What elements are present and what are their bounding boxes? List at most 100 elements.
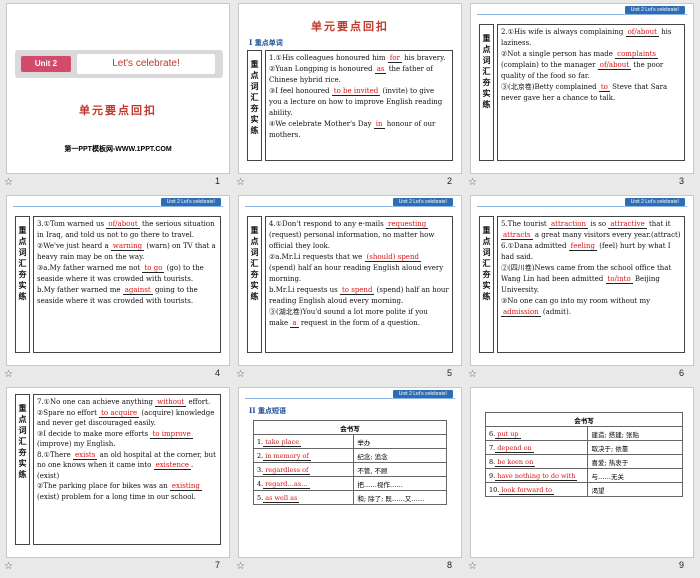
exercise-line: 7.①No one can achieve anything without e… [37, 397, 217, 408]
header-tab: Unit 2 Let's celebrate! [392, 198, 453, 206]
header-divider [477, 206, 687, 207]
exercise-content: 2.①His wife is always complaining of/abo… [497, 24, 685, 161]
slide-thumbnail-6[interactable]: Unit 2 Let's celebrate! 重点词汇夯实练 5.The to… [470, 195, 694, 366]
exercise-line: 2.①His wife is always complaining of/abo… [501, 27, 681, 49]
star-icon[interactable]: ☆ [4, 369, 13, 380]
star-icon[interactable]: ☆ [236, 177, 245, 188]
answer-blank: to acquire [99, 408, 140, 418]
phrase-meaning: 喜爱; 热衷于 [587, 454, 683, 469]
slide-thumbnail-5[interactable]: Unit 2 Let's celebrate! 重点词汇夯实练 4.①Don't… [238, 195, 462, 366]
answer-blank: to spend [339, 286, 375, 295]
exercise-line: 6.①Dana admitted feeling (feel) hurt by … [501, 241, 681, 263]
exercise-text: (exist) problem for a long time in our s… [37, 492, 196, 501]
exercise-text: ③a.My father warned me not [37, 264, 143, 272]
thumbnail-bar-5: ☆ 5 [232, 366, 464, 386]
unit-banner: Unit 2 Let's celebrate! [15, 50, 223, 78]
slide-number: 6 [678, 368, 684, 378]
star-icon[interactable]: ☆ [468, 369, 477, 380]
section-label: II 重点短语 [249, 406, 286, 415]
exercise-line: ②(四川卷)News came from the school office t… [501, 263, 681, 296]
exercise-text: ②Yuan Longping is honoured [269, 65, 375, 73]
exercise-line: ③(湖北卷)You'd sound a lot more polite if y… [269, 307, 449, 329]
phrase-meaning: 建造; 搭建; 张贴 [587, 426, 683, 441]
header-tab: Unit 2 Let's celebrate! [392, 390, 453, 398]
exercise-line: ②Not a single person has made complaints… [501, 49, 681, 82]
phrase-answer: regard…as… [263, 479, 310, 489]
phrase-answer: be keen on [495, 457, 536, 467]
section-vertical-label: 重点词汇夯实练 [479, 216, 494, 353]
answer-blank: to [598, 83, 610, 92]
unit-badge: Unit 2 [21, 56, 71, 72]
table-row: 3. regardless of 不管, 不顾 [252, 462, 447, 477]
thumbnail-bar-3: ☆ 3 [464, 174, 696, 194]
exercise-text: ②Not a single person has made [501, 50, 616, 58]
slide-thumbnail-7[interactable]: 重点词汇夯实练 7.①No one can achieve anything w… [6, 387, 230, 558]
slide-thumbnail-4[interactable]: Unit 2 Let's celebrate! 重点词汇夯实练 3.①Tom w… [6, 195, 230, 366]
star-icon[interactable]: ☆ [4, 561, 13, 572]
exercise-text: 1.①His colleagues honoured him [269, 54, 388, 62]
exercise-text: ③I decide to make more efforts [37, 429, 151, 438]
exercise-text: b.Mr.Li requests us [269, 286, 340, 294]
table-row: 8. be keen on 喜爱; 热衷于 [484, 454, 683, 469]
table-row: 2. in memory of 纪念; 追念 [252, 448, 447, 463]
table-row: 4. regard…as… 把……视作…… [252, 476, 447, 491]
answer-blank: warning [110, 242, 145, 251]
thumbnail-bar-7: ☆ 7 [0, 558, 232, 578]
answer-blank: feeling [568, 242, 597, 251]
slide-thumbnail-9[interactable]: 会书写 6. put up 建造; 搭建; 张贴 7. depend on 取决于; 依靠… [470, 387, 694, 558]
exercise-line: 3.①Tom warned us of/about the serious si… [37, 219, 217, 241]
phrase-meaning: 把……视作…… [353, 476, 447, 491]
phrase-answer: look forward to [499, 485, 554, 495]
answer-blank: as [374, 65, 387, 74]
slide-thumbnail-3[interactable]: Unit 2 Let's celebrate! 重点词汇夯实练 2.①His w… [470, 3, 694, 174]
section-vertical-label: 重点词汇夯实练 [15, 216, 30, 353]
table-header: 会书写 [253, 420, 447, 435]
phrase-cell: 7. depend on [484, 440, 589, 455]
slide-number: 8 [446, 560, 452, 570]
slide-number: 3 [678, 176, 684, 186]
answer-blank: existence [153, 461, 192, 470]
answer-blank: of/about [597, 61, 632, 70]
exercise-text: 4.①Don't respond to any e-mails [269, 220, 386, 228]
exercise-text: (admit). [540, 308, 571, 316]
exercise-text: is so [588, 220, 609, 228]
slide-title: 单元要点回扣 [79, 104, 157, 117]
answer-blank: to go [142, 264, 165, 273]
exercise-text: that it [646, 220, 671, 228]
slide-number: 2 [446, 176, 452, 186]
slide-number: 5 [446, 368, 452, 378]
exercise-content: 4.①Don't respond to any e-mails requesti… [265, 216, 453, 353]
slide-thumbnail-1[interactable]: Unit 2 Let's celebrate! 单元要点回扣 第一PPT模板网-… [6, 3, 230, 174]
answer-blank: exists [73, 450, 98, 460]
exercise-text: 3.①Tom warned us [37, 220, 107, 228]
phrase-meaning: 不管, 不顾 [353, 462, 447, 477]
slide-thumbnail-2[interactable]: 单元要点回扣 I 重点单词 重点词汇夯实练 1.①His colleagues … [238, 3, 462, 174]
answer-blank: (should) spend [364, 253, 421, 262]
phrase-table: 会书写 6. put up 建造; 搭建; 张贴 7. depend on 取决于; 依靠… [484, 412, 683, 497]
thumbnail-bar-4: ☆ 4 [0, 366, 232, 386]
phrase-cell: 9. have nothing to do with [484, 468, 589, 483]
slide-number: 4 [214, 368, 220, 378]
exercise-line: 1.①His colleagues honoured him for his b… [269, 53, 449, 64]
star-icon[interactable]: ☆ [236, 369, 245, 380]
slide-thumbnail-8[interactable]: Unit 2 Let's celebrate! II 重点短语 会书写 1. ta… [238, 387, 462, 558]
star-icon[interactable]: ☆ [468, 561, 477, 572]
star-icon[interactable]: ☆ [4, 177, 13, 188]
exercise-line: ③No one can go into my room without my a… [501, 296, 681, 318]
exercise-line: 8.①There exists an old hospital at the c… [37, 450, 217, 482]
table-row: 9. have nothing to do with 与……无关 [484, 468, 683, 483]
phrase-cell: 10. look forward to [484, 482, 589, 497]
exercise-line: ②Spare no effort to acquire (acquire) kn… [37, 408, 217, 429]
phrase-meaning: 与……无关 [587, 468, 683, 483]
star-icon[interactable]: ☆ [468, 177, 477, 188]
phrase-table: 会书写 1. take place 举办 2. in memory of 纪念; 追念 3.… [252, 420, 447, 505]
star-icon[interactable]: ☆ [236, 561, 245, 572]
exercise-line: ②We've just heard a warning (warn) on TV… [37, 241, 217, 263]
phrase-meaning: 取决于; 依靠 [587, 440, 683, 455]
slide-number: 9 [678, 560, 684, 570]
exercise-text: ④We celebrate Mother's Day [269, 120, 374, 128]
slide-number: 1 [214, 176, 220, 186]
exercise-text: a great many visitors every year.(attrac… [532, 231, 681, 239]
phrase-answer: depend on [495, 443, 534, 453]
exercise-line: ④We celebrate Mother's Day in honour of … [269, 119, 449, 141]
